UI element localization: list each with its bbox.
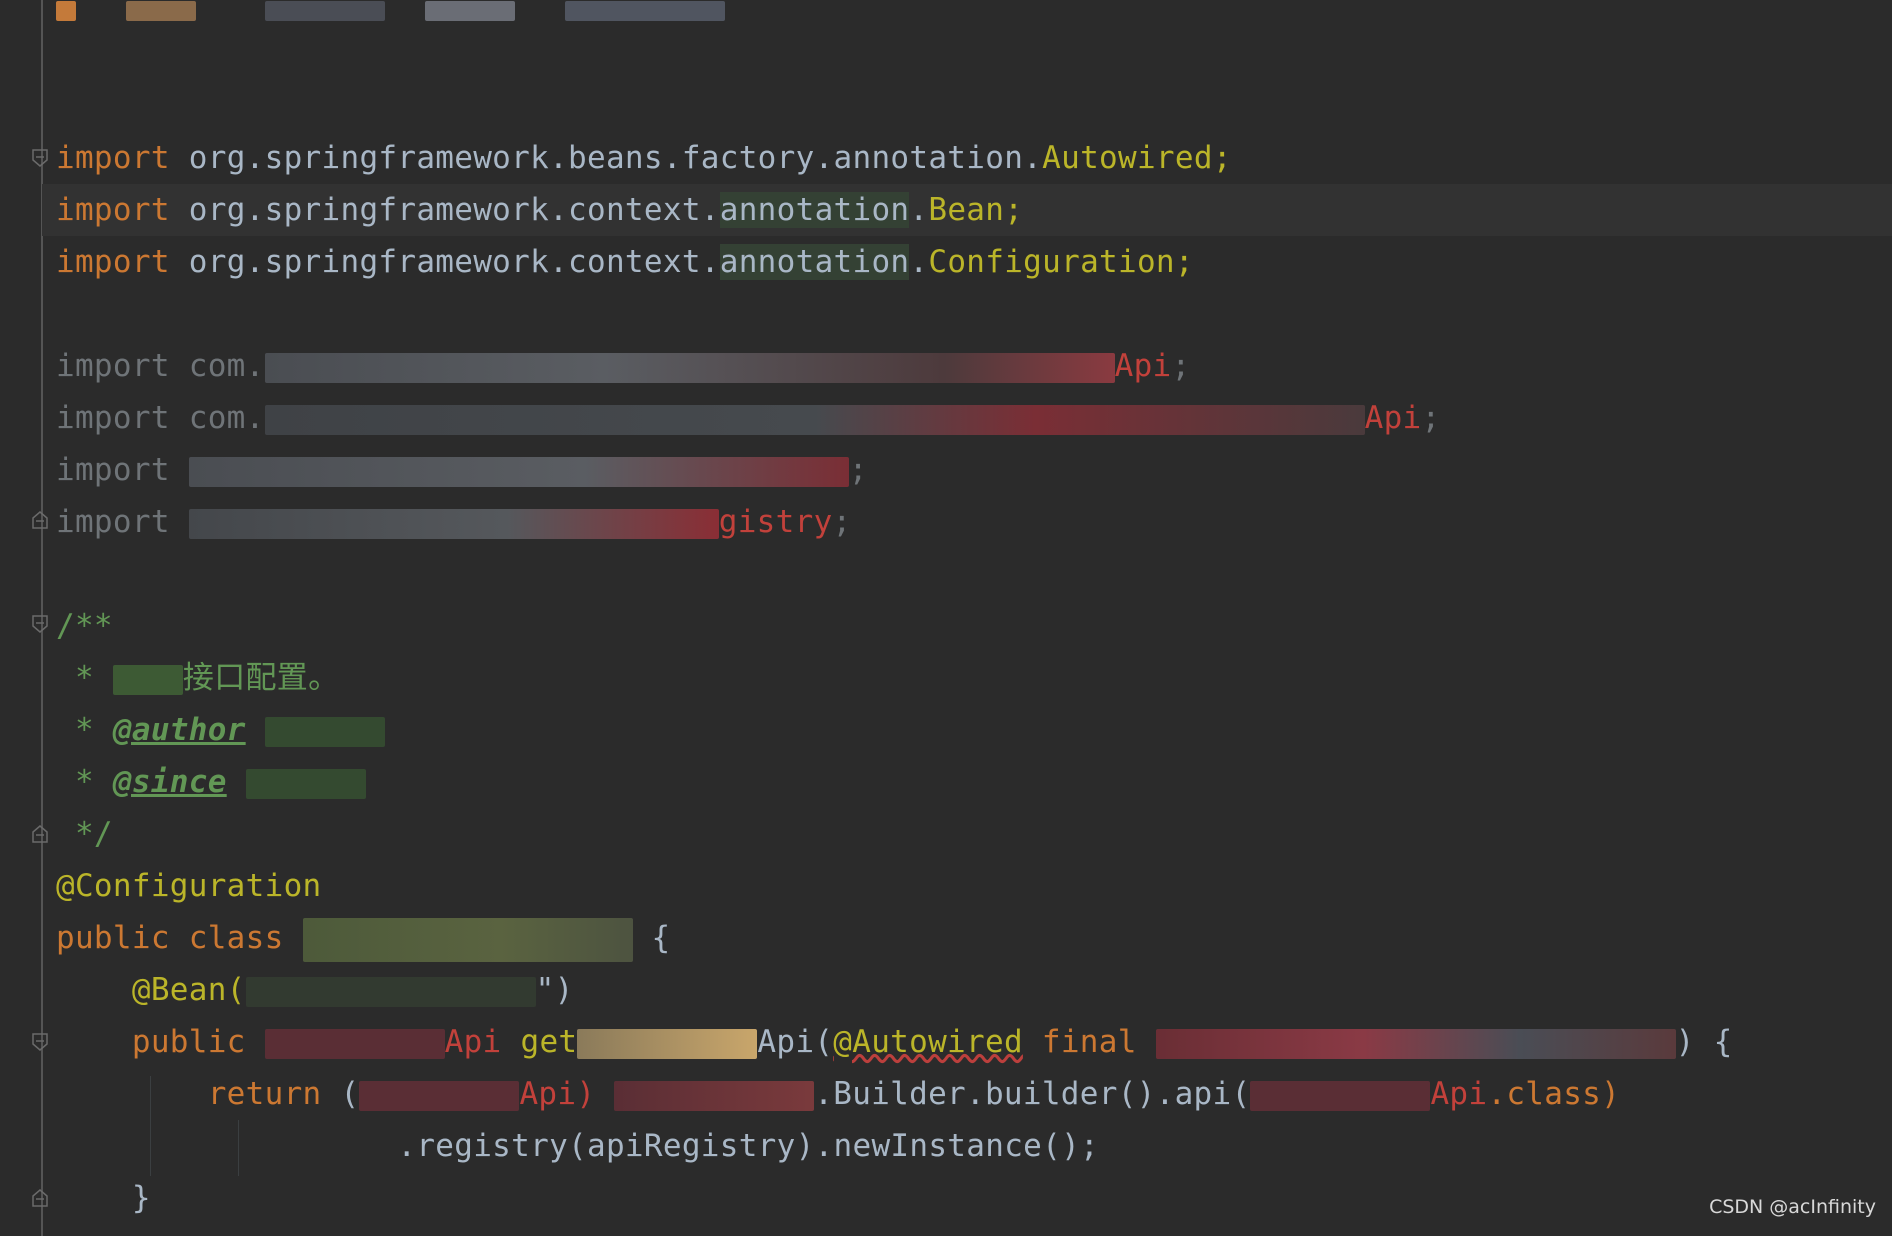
javadoc-open[interactable]: /** bbox=[56, 600, 113, 652]
cast-type: Api) bbox=[519, 1076, 596, 1112]
javadoc-star: * bbox=[56, 712, 113, 748]
redacted-block bbox=[264, 1028, 445, 1059]
redacted-line-top bbox=[56, 0, 926, 21]
package-path: org.springframework.context. bbox=[188, 192, 720, 228]
brace: } bbox=[131, 1180, 151, 1216]
redacted-block bbox=[1250, 1080, 1431, 1111]
redacted-block bbox=[245, 976, 536, 1007]
semicolon: ; bbox=[832, 504, 852, 540]
code-editor[interactable]: import org.springframework.beans.factory… bbox=[0, 0, 1892, 1236]
unused-import-text: import bbox=[56, 452, 189, 488]
code-line-unused-import[interactable]: import ; bbox=[56, 444, 868, 496]
semicolon: ; bbox=[1171, 348, 1191, 384]
javadoc-close[interactable]: */ bbox=[56, 808, 113, 860]
javadoc-description[interactable]: * 接口配置。 bbox=[56, 652, 339, 704]
annotation: @Bean( bbox=[131, 972, 246, 1008]
code-line-import-autowired[interactable]: import org.springframework.beans.factory… bbox=[56, 132, 1232, 184]
annotation: @Configuration bbox=[56, 868, 322, 904]
annotation-close: ") bbox=[535, 972, 574, 1008]
semicolon: ; bbox=[848, 452, 868, 488]
redacted-block bbox=[264, 404, 1365, 435]
brace: { bbox=[651, 920, 671, 956]
code-line-unused-import[interactable]: import com. Api; bbox=[56, 392, 1440, 444]
unused-import-text: import bbox=[56, 504, 189, 540]
class-name-unresolved: Api bbox=[1114, 348, 1172, 384]
class-name-unresolved: Api bbox=[1364, 400, 1422, 436]
annotation-autowired: @Autowired bbox=[833, 1024, 1023, 1060]
fold-expand-icon[interactable] bbox=[31, 510, 49, 530]
code-line-method-declaration[interactable]: public Api get Api(@Autowired final ) { bbox=[56, 1016, 1733, 1068]
unused-import-text: import com. bbox=[56, 400, 265, 436]
redacted-block bbox=[188, 508, 719, 539]
package-dot: . bbox=[909, 192, 929, 228]
fold-collapse-icon[interactable] bbox=[31, 148, 49, 168]
code-line-configuration-annotation[interactable]: @Configuration bbox=[56, 860, 322, 912]
redacted-block bbox=[1155, 1028, 1676, 1059]
code-line-bean-annotation[interactable]: @Bean( ") bbox=[56, 964, 574, 1016]
method-name: get bbox=[520, 1024, 578, 1060]
code-line-registry[interactable]: .registry(apiRegistry).newInstance(); bbox=[56, 1120, 1099, 1172]
keyword: final bbox=[1041, 1024, 1137, 1060]
code-line-unused-import[interactable]: import com. Api; bbox=[56, 340, 1190, 392]
method-param-close: ) { bbox=[1675, 1024, 1733, 1060]
javadoc-tag: @author bbox=[112, 712, 246, 748]
semicolon: ; bbox=[1421, 400, 1441, 436]
registry-call: .registry(apiRegistry).newInstance(); bbox=[397, 1128, 1100, 1164]
fold-collapse-icon[interactable] bbox=[31, 1032, 49, 1052]
unused-import-text: import com. bbox=[56, 348, 265, 384]
class-name-unresolved: gistry bbox=[718, 504, 833, 540]
cast-open: ( bbox=[340, 1076, 360, 1112]
class-name: Autowired; bbox=[1042, 140, 1232, 176]
code-line-class-declaration[interactable]: public class { bbox=[56, 912, 670, 964]
class-ref: Api bbox=[1430, 1076, 1488, 1112]
redacted-block bbox=[359, 1080, 520, 1111]
fold-expand-icon[interactable] bbox=[31, 1188, 49, 1208]
redacted-block bbox=[245, 768, 366, 799]
class-literal: .class) bbox=[1487, 1076, 1621, 1112]
method-param-open: Api( bbox=[757, 1024, 834, 1060]
javadoc-text: 接口配置。 bbox=[182, 660, 340, 696]
class-name: Bean; bbox=[928, 192, 1024, 228]
javadoc-tag: @since bbox=[112, 764, 227, 800]
redacted-block bbox=[188, 456, 849, 487]
keyword: import bbox=[56, 140, 170, 176]
keyword: import bbox=[56, 192, 170, 228]
highlighted-word: annotation bbox=[719, 244, 910, 280]
class-name: Configuration; bbox=[928, 244, 1194, 280]
javadoc-open-text: /** bbox=[56, 608, 113, 644]
javadoc-since[interactable]: * @since bbox=[56, 756, 366, 808]
highlighted-word: annotation bbox=[719, 192, 910, 228]
fold-expand-icon[interactable] bbox=[31, 824, 49, 844]
redacted-block bbox=[264, 716, 385, 747]
code-line-import-configuration[interactable]: import org.springframework.context.annot… bbox=[56, 236, 1194, 288]
javadoc-star: * bbox=[56, 660, 113, 696]
keyword: public bbox=[131, 1024, 246, 1060]
package-path: org.springframework.beans.factory.annota… bbox=[188, 140, 1043, 176]
return-type: Api bbox=[444, 1024, 502, 1060]
keyword: return bbox=[207, 1076, 322, 1112]
javadoc-author[interactable]: * @author bbox=[56, 704, 385, 756]
code-line-return[interactable]: return ( Api) .Builder.builder().api( Api.… bbox=[56, 1068, 1620, 1120]
javadoc-star: * bbox=[56, 764, 113, 800]
watermark: CSDN @acInfinity bbox=[1709, 1196, 1876, 1218]
redacted-block bbox=[577, 1028, 758, 1059]
redacted-block bbox=[614, 1080, 815, 1111]
javadoc-close-text: */ bbox=[56, 816, 113, 852]
code-line-unused-import[interactable]: import gistry; bbox=[56, 496, 852, 548]
package-path: org.springframework.context. bbox=[188, 244, 720, 280]
redacted-block bbox=[112, 664, 183, 695]
builder-call: .Builder.builder().api( bbox=[814, 1076, 1251, 1112]
fold-collapse-icon[interactable] bbox=[31, 614, 49, 634]
code-line-import-bean[interactable]: import org.springframework.context.annot… bbox=[56, 184, 1023, 236]
code-line-closing-brace[interactable]: } bbox=[56, 1172, 151, 1224]
keyword: public class bbox=[56, 920, 284, 956]
redacted-block bbox=[302, 917, 633, 962]
package-dot: . bbox=[909, 244, 929, 280]
keyword: import bbox=[56, 244, 170, 280]
redacted-block bbox=[264, 352, 1115, 383]
